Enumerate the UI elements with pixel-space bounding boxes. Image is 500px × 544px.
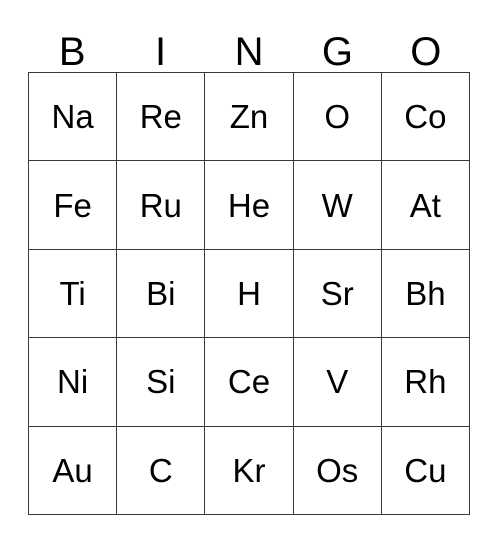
bingo-cell[interactable]: Ce xyxy=(205,338,294,427)
bingo-cell[interactable]: Bh xyxy=(381,249,470,339)
bingo-cell-label: Ni xyxy=(57,363,89,401)
bingo-cell-label: At xyxy=(409,186,441,224)
bingo-grid: Na Re Zn O Co Fe Ru He W At Ti Bi H Sr B… xyxy=(28,72,470,515)
bingo-cell[interactable]: Zn xyxy=(205,73,294,162)
bingo-cell[interactable]: Ti xyxy=(29,249,118,339)
bingo-header-row: B I N G O xyxy=(28,22,470,72)
bingo-cell[interactable]: Si xyxy=(117,338,206,427)
bingo-cell[interactable]: At xyxy=(381,161,470,250)
bingo-cell[interactable]: Ni xyxy=(29,338,118,427)
bingo-header-letter: I xyxy=(155,30,167,74)
bingo-cell[interactable]: Sr xyxy=(293,249,382,339)
bingo-cell-label: Os xyxy=(316,451,359,489)
bingo-header-letter: B xyxy=(58,30,86,74)
bingo-cell[interactable]: Au xyxy=(29,426,118,515)
bingo-cell-label: C xyxy=(148,451,173,489)
bingo-cell-label: He xyxy=(227,186,271,224)
bingo-cell-label: Re xyxy=(139,98,182,136)
bingo-cell[interactable]: Kr xyxy=(205,426,294,515)
bingo-cell[interactable]: Cu xyxy=(381,426,470,515)
bingo-header-cell-g: G xyxy=(293,22,381,72)
bingo-cell-label: Kr xyxy=(232,451,266,489)
bingo-cell[interactable]: Os xyxy=(293,426,382,515)
bingo-header-cell-n: N xyxy=(205,22,293,72)
bingo-cell[interactable]: Ru xyxy=(117,161,206,250)
bingo-cell[interactable]: H xyxy=(205,249,294,339)
bingo-header-letter: G xyxy=(321,30,353,74)
bingo-card: B I N G O Na Re Zn O Co Fe Ru He W At Ti… xyxy=(0,0,500,544)
bingo-cell-label: Au xyxy=(52,451,93,489)
bingo-cell-label: W xyxy=(321,186,353,224)
bingo-cell-label: Cu xyxy=(404,451,447,489)
bingo-header-letter: O xyxy=(410,30,442,74)
bingo-cell-label: Na xyxy=(51,98,94,136)
bingo-cell[interactable]: O xyxy=(293,73,382,162)
bingo-cell[interactable]: Na xyxy=(29,73,118,162)
bingo-cell-label: Bh xyxy=(405,274,446,312)
bingo-cell[interactable]: V xyxy=(293,338,382,427)
bingo-header-cell-i: I xyxy=(116,22,204,72)
bingo-cell[interactable]: C xyxy=(117,426,206,515)
bingo-cell[interactable]: Bi xyxy=(117,249,206,339)
bingo-cell-label: Co xyxy=(404,98,447,136)
bingo-cell-label: Fe xyxy=(53,186,92,224)
bingo-header-letter: N xyxy=(234,30,264,74)
bingo-header-cell-o: O xyxy=(382,22,470,72)
bingo-cell-label: Bi xyxy=(146,274,176,312)
bingo-cell[interactable]: Fe xyxy=(29,161,118,250)
bingo-cell-label: Ru xyxy=(139,186,182,224)
bingo-cell[interactable]: He xyxy=(205,161,294,250)
bingo-cell-label: Zn xyxy=(229,98,269,136)
bingo-cell-label: Sr xyxy=(320,274,354,312)
bingo-cell[interactable]: Co xyxy=(381,73,470,162)
bingo-cell-label: O xyxy=(324,98,351,136)
bingo-cell-label: H xyxy=(237,274,261,312)
bingo-header-cell-b: B xyxy=(28,22,116,72)
bingo-cell[interactable]: Re xyxy=(117,73,206,162)
bingo-cell[interactable]: Rh xyxy=(381,338,470,427)
bingo-cell-label: V xyxy=(326,363,349,401)
bingo-cell-label: Si xyxy=(146,363,176,401)
bingo-cell[interactable]: W xyxy=(293,161,382,250)
bingo-cell-label: Ti xyxy=(59,274,86,312)
bingo-cell-label: Ce xyxy=(227,363,271,401)
bingo-cell-label: Rh xyxy=(404,363,447,401)
